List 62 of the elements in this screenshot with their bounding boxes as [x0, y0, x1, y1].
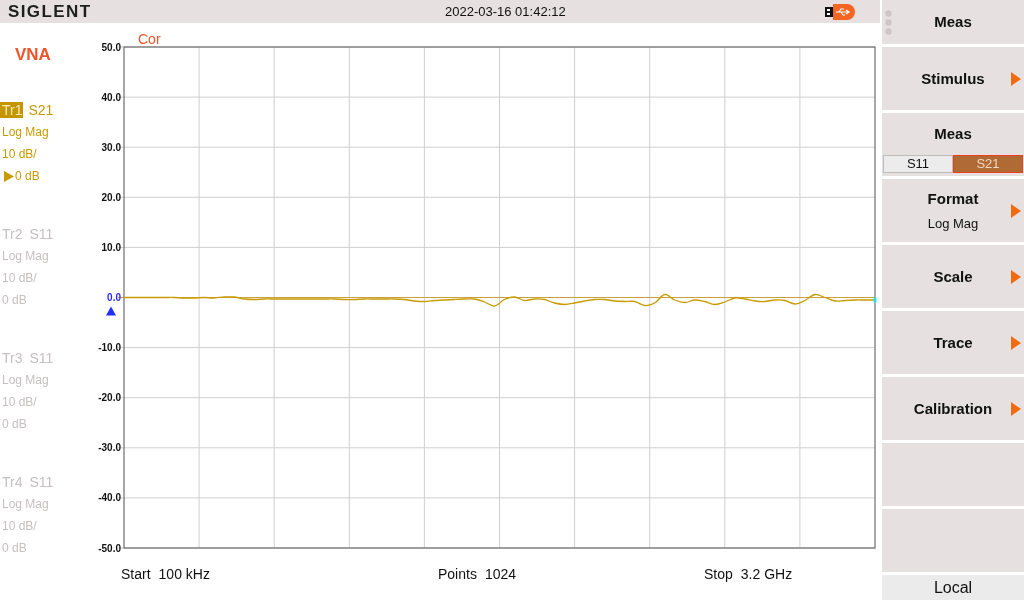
y-tick-label: 0.0 [107, 292, 121, 303]
arrow-icon [1011, 203, 1021, 218]
blank-key[interactable] [882, 443, 1024, 506]
trace-reference: 0 dB [15, 168, 40, 185]
toggle-key-label: Meas [934, 125, 972, 143]
trace-format: Log Mag [2, 496, 49, 513]
menu-key[interactable]: Scale [882, 245, 1024, 308]
y-tick-label: -20.0 [98, 392, 121, 404]
arrow-icon [1011, 269, 1021, 284]
menu-title: Meas [934, 13, 972, 31]
trace-scale: 10 dB/ [2, 518, 37, 535]
trace-scale: 10 dB/ [2, 146, 37, 163]
trace-parameter: S11 [29, 225, 54, 244]
trace-parameter: S11 [29, 473, 54, 492]
y-tick-label: 40.0 [101, 91, 121, 103]
usb-drive-icon [825, 3, 855, 20]
trace-label: Tr2 [1, 226, 24, 242]
y-tick-label: 20.0 [101, 191, 121, 203]
trace-parameter: S11 [29, 349, 54, 368]
arrow-icon [1011, 401, 1021, 416]
brand-logo: SIGLENT [8, 2, 92, 21]
y-tick-label: -50.0 [98, 542, 121, 554]
correction-status: Cor [138, 32, 161, 47]
local-button[interactable]: Local [882, 575, 1024, 600]
sweep-value: 3.2 GHz [740, 567, 793, 582]
menu-key[interactable]: Stimulus [882, 47, 1024, 110]
sweep-value: 100 kHz [158, 567, 210, 582]
reference-pointer-icon [4, 170, 14, 182]
grip-dots-icon [885, 9, 892, 35]
arrow-icon [1011, 71, 1021, 86]
y-tick-label: -30.0 [98, 442, 121, 454]
trace-end-marker-icon [873, 297, 877, 303]
trace-label: Tr3 [1, 350, 24, 366]
trace-format: Log Mag [2, 124, 49, 141]
blank-key[interactable] [882, 509, 1024, 572]
trace-label: Tr4 [1, 474, 24, 490]
trace-scale: 10 dB/ [2, 270, 37, 287]
y-tick-label: 50.0 [101, 41, 121, 53]
y-tick-label: -10.0 [98, 342, 121, 354]
menu-key[interactable]: Format Log Mag [882, 179, 1024, 242]
trace-parameter: S21 [28, 101, 54, 120]
arrow-icon [1011, 335, 1021, 350]
mode-label: VNA [15, 45, 52, 65]
menu-key[interactable]: Calibration [882, 377, 1024, 440]
y-tick-label: -40.0 [98, 492, 121, 504]
trace-reference: 0 dB [2, 292, 27, 309]
trace-label: Tr1 [0, 102, 24, 118]
trace-scale: 10 dB/ [2, 394, 37, 411]
sweep-value: 1024 [484, 567, 517, 582]
trace-format: Log Mag [2, 248, 49, 265]
sweep-label: Points [438, 567, 477, 582]
date-time: 2022-03-16 01:42:12 [445, 3, 566, 20]
sweep-label: Stop [704, 567, 733, 582]
y-tick-label: 10.0 [101, 241, 121, 253]
reference-marker-icon [106, 306, 116, 316]
trace-format: Log Mag [2, 372, 49, 389]
trace-reference: 0 dB [2, 416, 27, 433]
y-tick-label: 30.0 [101, 141, 121, 153]
menu-key[interactable]: Trace [882, 311, 1024, 374]
trace-reference: 0 dB [2, 540, 27, 557]
sweep-label: Start [121, 567, 151, 582]
toggle-option[interactable]: S11 [883, 155, 953, 173]
